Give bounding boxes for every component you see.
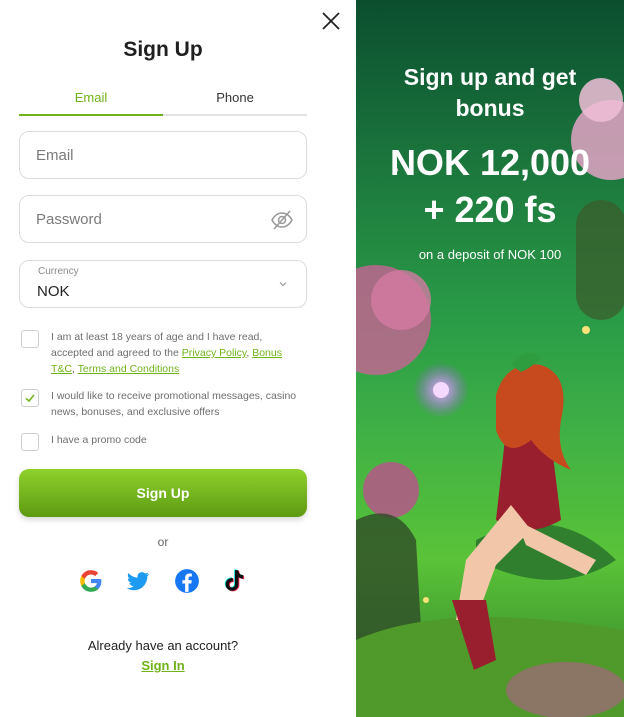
promo-headline: Sign up and get bonus <box>356 62 624 124</box>
checkmark-icon <box>25 394 35 403</box>
tab-phone[interactable]: Phone <box>163 86 307 114</box>
currency-value: NOK <box>37 283 70 300</box>
terms-conditions-link[interactable]: Terms and Conditions <box>78 363 180 375</box>
currency-label: Currency <box>38 266 79 277</box>
free-spins: + 220 fs <box>423 189 557 230</box>
email-input[interactable] <box>20 132 306 178</box>
promo-code-checkbox-row: I have a promo code <box>21 433 306 451</box>
signup-panel: Sign Up Email Phone Currency NOK I am at… <box>0 0 356 717</box>
promo-headline-line-2: bonus <box>455 95 525 121</box>
tab-email[interactable]: Email <box>19 86 163 116</box>
eye-off-icon[interactable] <box>270 208 294 232</box>
privacy-policy-link[interactable]: Privacy Policy <box>182 347 247 359</box>
signin-link[interactable]: Sign In <box>0 658 326 673</box>
password-field-wrapper <box>19 195 307 243</box>
terms-checkbox[interactable] <box>21 330 39 348</box>
tiktok-icon[interactable] <box>222 568 248 594</box>
signup-tabs: Email Phone <box>19 86 307 116</box>
promo-messages-text: I would like to receive promotional mess… <box>51 390 297 418</box>
promo-code-text: I have a promo code <box>51 434 147 446</box>
deposit-note: on a deposit of NOK 100 <box>418 247 562 262</box>
bonus-amount: NOK 12,000 <box>389 142 591 183</box>
terms-checkbox-row: I am at least 18 years of age and I have… <box>21 330 306 377</box>
currency-select[interactable]: Currency NOK <box>19 260 307 308</box>
password-input[interactable] <box>20 196 306 242</box>
chevron-down-icon <box>279 282 287 287</box>
email-field-wrapper <box>19 131 307 179</box>
page-title: Sign Up <box>123 38 203 61</box>
promo-messages-checkbox-row: I would like to receive promotional mess… <box>21 389 306 420</box>
close-icon[interactable] <box>320 10 342 32</box>
promo-banner: Sign up and get bonus NOK 12,000 + 220 f… <box>356 0 624 717</box>
promo-code-checkbox[interactable] <box>21 433 39 451</box>
already-account-text: Already have an account? <box>87 638 239 653</box>
twitter-icon[interactable] <box>125 568 151 594</box>
google-icon[interactable] <box>78 568 104 594</box>
signup-button[interactable]: Sign Up <box>19 469 307 517</box>
facebook-icon[interactable] <box>174 568 200 594</box>
or-divider: or <box>157 535 169 549</box>
promo-messages-checkbox[interactable] <box>21 389 39 407</box>
terms-text: I am at least 18 years of age and I have… <box>51 329 306 377</box>
promo-headline-line-1: Sign up and get <box>403 64 577 90</box>
